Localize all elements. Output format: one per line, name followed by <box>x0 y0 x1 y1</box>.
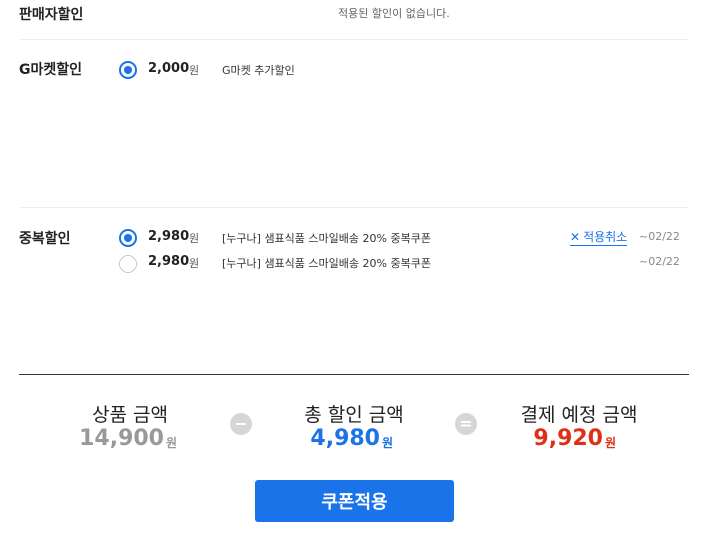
stacked-discount-radio-2[interactable] <box>119 255 137 273</box>
equals-icon: = <box>455 413 477 435</box>
stacked-discount-amount-2: 2,980 <box>148 254 190 269</box>
won-unit: 원 <box>189 257 200 270</box>
won-unit: 원 <box>189 232 200 245</box>
total-discount-label: 총 할인 금액 <box>304 404 404 426</box>
minus-icon: − <box>230 413 252 435</box>
won-unit: 원 <box>382 436 394 450</box>
gmarket-discount-amount: 2,000 <box>148 61 190 76</box>
cancel-apply-link[interactable]: ✕ 적용취소 <box>570 229 628 246</box>
won-unit: 원 <box>166 436 178 450</box>
payment-amount-label: 결제 예정 금액 <box>520 404 638 426</box>
stacked-discount-desc-2: [누구나] 샘표식품 스마일배송 20% 중복쿠폰 <box>222 257 431 270</box>
gmarket-discount-radio[interactable] <box>119 61 137 79</box>
stacked-discount-desc-1: [누구나] 샘표식품 스마일배송 20% 중복쿠폰 <box>222 232 431 245</box>
divider <box>19 39 689 40</box>
stacked-discount-title: 중복할인 <box>19 231 71 247</box>
product-amount-label: 상품 금액 <box>92 404 168 426</box>
product-amount-value: 14,900 <box>79 426 164 451</box>
won-unit: 원 <box>189 64 200 77</box>
stacked-discount-radio-1[interactable] <box>119 229 137 247</box>
cancel-apply-label: 적용취소 <box>583 230 628 244</box>
stacked-discount-date-2: ~02/22 <box>639 255 680 268</box>
total-discount-value: 4,980 <box>310 426 380 451</box>
payment-amount-value: 9,920 <box>533 426 603 451</box>
gmarket-discount-title: G마켓할인 <box>19 62 83 78</box>
summary-divider <box>19 374 689 375</box>
seller-discount-title: 판매자할인 <box>19 7 84 23</box>
apply-coupon-button[interactable]: 쿠폰적용 <box>255 480 454 522</box>
stacked-discount-amount-1: 2,980 <box>148 229 190 244</box>
stacked-discount-date-1: ~02/22 <box>639 230 680 243</box>
seller-discount-empty-text: 적용된 할인이 없습니다. <box>338 7 450 20</box>
gmarket-discount-desc: G마켓 추가할인 <box>222 64 295 77</box>
divider <box>19 207 689 208</box>
won-unit: 원 <box>605 436 617 450</box>
close-icon: ✕ <box>570 230 581 244</box>
